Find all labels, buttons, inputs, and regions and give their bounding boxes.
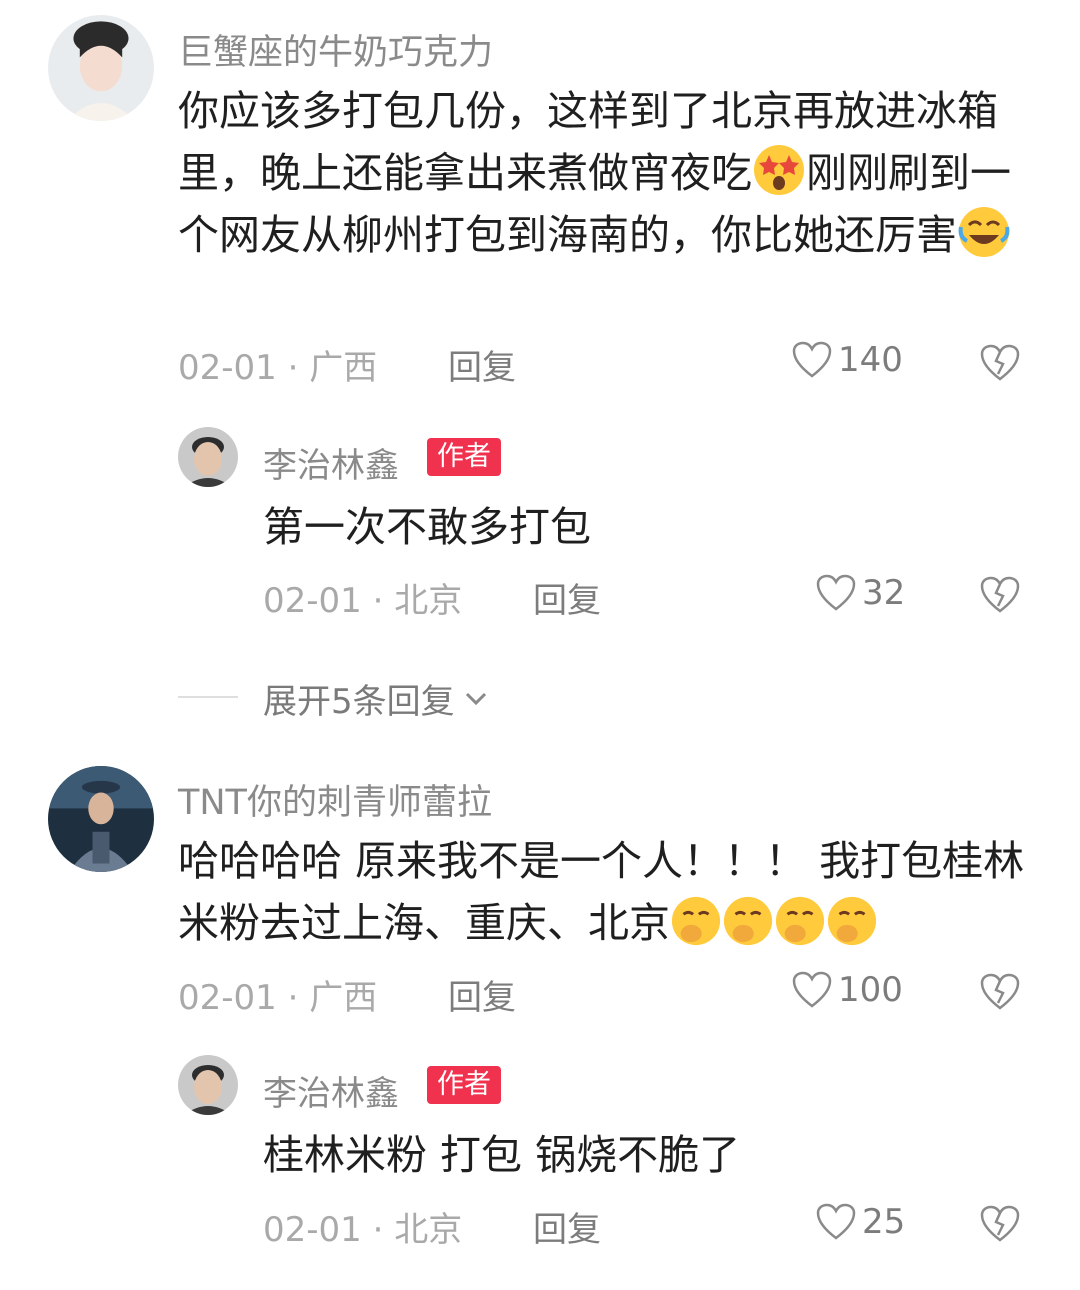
avatar[interactable] [178, 1055, 238, 1115]
avatar[interactable] [48, 15, 154, 121]
broken-heart-icon [980, 576, 1020, 613]
reply-button[interactable]: 回复 [448, 970, 516, 1019]
giggle-emoji-icon [723, 896, 773, 946]
reply-username[interactable]: 李治林鑫 [263, 438, 399, 487]
reply-meta: 02-01 · 北京 [263, 1210, 463, 1250]
giggle-emoji-icon [827, 896, 877, 946]
reply-username[interactable]: 李治林鑫 [263, 1066, 399, 1115]
broken-heart-icon [980, 344, 1020, 381]
like-count: 100 [838, 970, 903, 1010]
heart-icon [792, 341, 832, 378]
reply-date: 02-01 [263, 1210, 362, 1250]
star-eyes-emoji-icon [754, 145, 804, 195]
giggle-emoji-icon [775, 896, 825, 946]
comment-text: 你应该多打包几份，这样到了北京再放进冰箱里，晚上还能拿出来煮做宵夜吃 刚刚刷到一个… [178, 80, 1038, 266]
comment-meta: 02-01 · 广西 [178, 348, 378, 388]
like-count: 140 [838, 340, 903, 380]
avatar[interactable] [178, 427, 238, 487]
avatar[interactable] [48, 766, 154, 872]
reply-text: 第一次不敢多打包 [263, 503, 591, 551]
reply-button[interactable]: 回复 [533, 573, 601, 622]
reply-button[interactable]: 回复 [533, 1202, 601, 1251]
broken-heart-icon [980, 1205, 1020, 1242]
dislike-button[interactable] [980, 973, 1020, 1011]
expand-divider [178, 696, 238, 698]
like-count: 25 [862, 1202, 906, 1242]
author-badge: 作者 [427, 1066, 501, 1104]
reply-meta: 02-01 · 北京 [263, 581, 463, 621]
like-button[interactable]: 140 [792, 340, 903, 380]
broken-heart-icon [980, 973, 1020, 1010]
reply-date: 02-01 [263, 581, 362, 621]
giggle-emoji-icon [671, 896, 721, 946]
heart-icon [816, 574, 856, 611]
dislike-button[interactable] [980, 576, 1020, 614]
comment-location: 广西 [309, 978, 378, 1018]
comment-username[interactable]: 巨蟹座的牛奶巧克力 [178, 24, 493, 75]
comment-date: 02-01 [178, 348, 277, 388]
reply-location: 北京 [394, 1210, 463, 1250]
author-badge: 作者 [427, 438, 501, 476]
dislike-button[interactable] [980, 1205, 1020, 1243]
comment-meta: 02-01 · 广西 [178, 978, 378, 1018]
expand-replies-button[interactable]: 展开5条回复 [263, 674, 491, 723]
like-button[interactable]: 25 [816, 1202, 905, 1242]
comment-username[interactable]: TNT你的刺青师蕾拉 [178, 774, 492, 825]
like-button[interactable]: 32 [816, 573, 905, 613]
like-button[interactable]: 100 [792, 970, 903, 1010]
chevron-down-icon [465, 692, 486, 705]
comment-location: 广西 [309, 348, 378, 388]
comment-date: 02-01 [178, 978, 277, 1018]
reply-text: 桂林米粉 打包 锅烧不脆了 [263, 1131, 741, 1179]
rofl-emoji-icon [958, 207, 1010, 257]
comment-text: 哈哈哈哈 原来我不是一个人！！！ 我打包桂林米粉去过上海、重庆、北京 [178, 830, 1038, 954]
comment-text-part: 哈哈哈哈 原来我不是一个人！！！ 我打包桂林米粉去过上海、重庆、北京 [178, 837, 1025, 947]
heart-icon [816, 1203, 856, 1240]
dislike-button[interactable] [980, 344, 1020, 382]
heart-icon [792, 971, 832, 1008]
reply-location: 北京 [394, 581, 463, 621]
like-count: 32 [862, 573, 906, 613]
expand-replies-label: 展开5条回复 [263, 682, 455, 722]
reply-button[interactable]: 回复 [448, 340, 516, 389]
